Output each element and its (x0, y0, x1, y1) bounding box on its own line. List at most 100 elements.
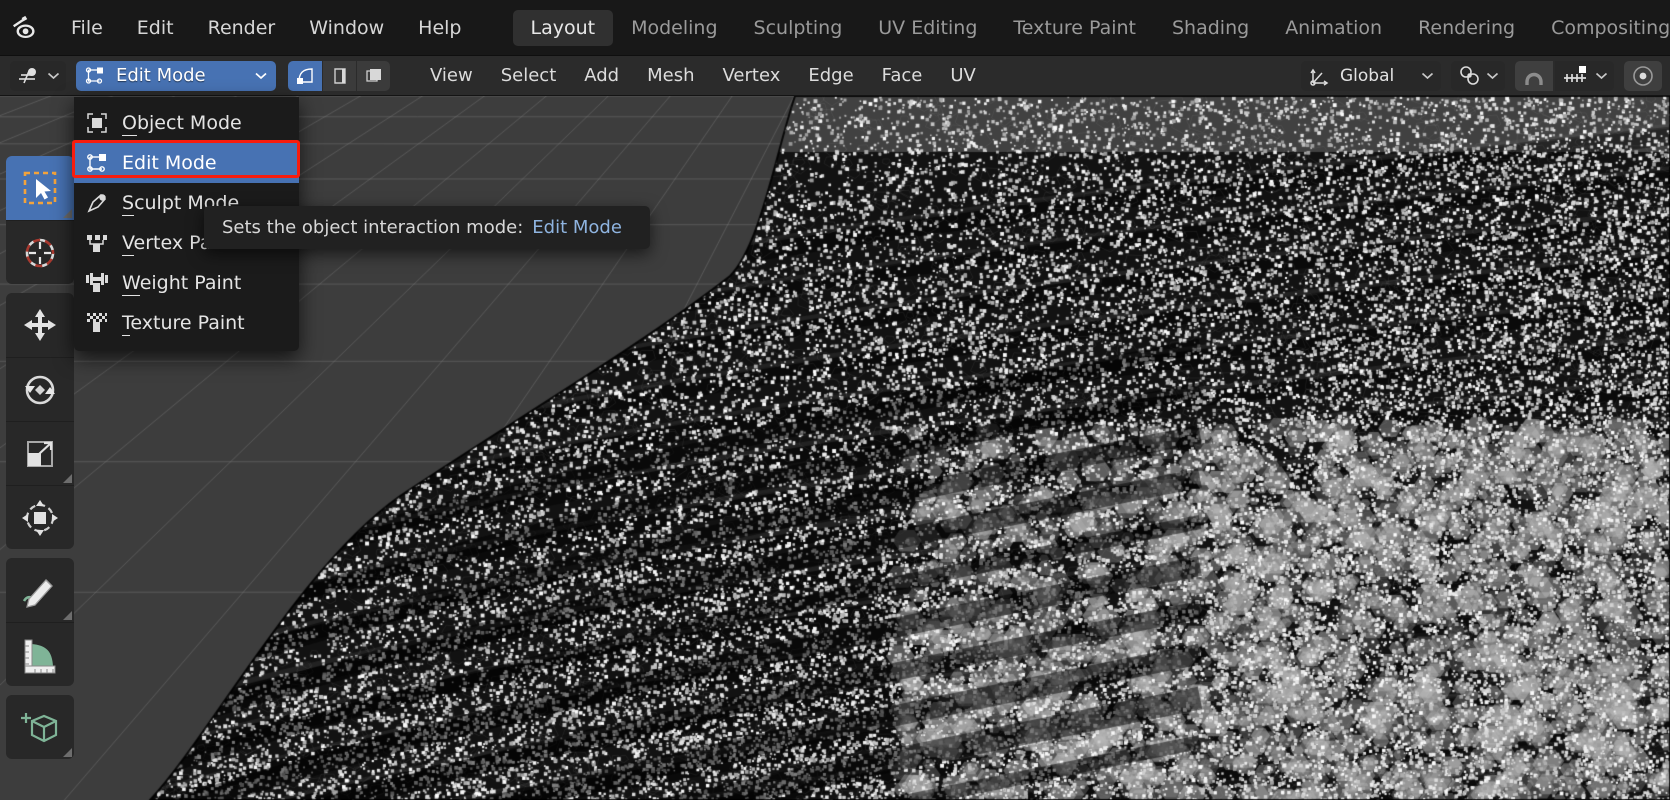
measure-ruler-icon (24, 639, 56, 673)
tab-texture-paint[interactable]: Texture Paint (995, 10, 1154, 46)
tool-move[interactable] (6, 293, 74, 357)
mode-menu-label: Weight Paint (122, 272, 242, 296)
chevron-down-icon (47, 72, 60, 80)
viewport-menus: View Select Add Mesh Vertex Edge Face UV (416, 61, 990, 91)
tool-add-cube[interactable] (6, 695, 74, 759)
vertex-select-icon (297, 67, 313, 84)
proportional-falloff-dropdown[interactable] (1555, 60, 1614, 91)
mode-selector-value: Edit Mode (116, 65, 206, 86)
proportional-circle-icon (1633, 65, 1653, 86)
chevron-down-icon (1421, 72, 1434, 80)
3d-viewport-editor-icon (19, 67, 36, 83)
mode-tooltip: Sets the object interaction mode: Edit M… (204, 206, 650, 249)
viewport-menu-uv[interactable]: UV (936, 61, 990, 91)
tool-measure[interactable] (6, 622, 74, 686)
edit-mode-icon (82, 151, 112, 175)
viewport-menu-add[interactable]: Add (570, 61, 633, 91)
app-menus: File Edit Render Window Help (54, 0, 479, 55)
tab-uv-editing[interactable]: UV Editing (860, 10, 995, 46)
snap-magnet-toggle[interactable] (1515, 60, 1553, 91)
viewport-menu-view[interactable]: View (416, 61, 487, 91)
blender-window: File Edit Render Window Help Layout Mode… (0, 0, 1670, 800)
mode-menu-label: Texture Paint (122, 312, 245, 336)
tool-transform[interactable] (6, 485, 74, 549)
scale-icon (27, 440, 53, 467)
mesh-select-mode-group (288, 60, 390, 91)
rotate-icon (25, 375, 55, 404)
select-box-cursor-icon (23, 171, 57, 205)
tool-select-box[interactable] (6, 156, 74, 220)
tool-rotate[interactable] (6, 357, 74, 421)
viewport-header: Edit Mode View Select Add Mesh Vertex Ed… (0, 56, 1670, 96)
tool-group-select (6, 156, 74, 284)
viewport-toolbar (6, 156, 74, 768)
snapping-controls (1515, 60, 1614, 91)
texture-paint-icon (82, 311, 112, 335)
chevron-down-icon (1486, 72, 1499, 80)
workspace-tabs: Layout Modeling Sculpting UV Editing Tex… (512, 0, 1670, 55)
tool-group-transform (6, 293, 74, 549)
tab-modeling[interactable]: Modeling (613, 10, 735, 46)
snap-magnet-target-icon (1460, 65, 1479, 85)
object-mode-icon (82, 111, 112, 135)
proportional-editing-toggle[interactable] (1624, 60, 1662, 91)
viewport-menu-edge[interactable]: Edge (794, 61, 867, 91)
face-select-mode-button[interactable] (356, 60, 390, 91)
tab-compositing[interactable]: Compositing (1533, 10, 1670, 46)
weight-paint-icon (82, 271, 112, 295)
tool-cursor[interactable] (6, 220, 74, 284)
edge-select-mode-button[interactable] (322, 60, 356, 91)
tab-rendering[interactable]: Rendering (1400, 10, 1533, 46)
tool-group-add (6, 695, 74, 759)
vertex-select-mode-button[interactable] (288, 60, 322, 91)
proportional-editing-icon (1564, 65, 1586, 82)
tool-submenu-indicator (63, 748, 72, 757)
menu-render[interactable]: Render (191, 0, 293, 56)
menu-help[interactable]: Help (401, 0, 478, 56)
edge-select-icon (333, 67, 346, 84)
tool-annotate[interactable] (6, 558, 74, 622)
mode-menu-item-edit-mode[interactable]: Edit Mode (74, 143, 299, 183)
top-menu-bar: File Edit Render Window Help Layout Mode… (0, 0, 1670, 56)
tab-animation[interactable]: Animation (1267, 10, 1400, 46)
tool-submenu-indicator (63, 474, 72, 483)
mode-menu-label: Edit Mode (122, 152, 217, 176)
tooltip-value: Edit Mode (532, 217, 622, 238)
menu-window[interactable]: Window (292, 0, 401, 56)
magnet-icon (1525, 72, 1543, 85)
face-select-icon (365, 68, 381, 82)
snap-target-dropdown[interactable] (1451, 60, 1505, 91)
tab-sculpting[interactable]: Sculpting (736, 10, 861, 46)
tool-scale[interactable] (6, 421, 74, 485)
tool-submenu-indicator (63, 209, 72, 218)
tooltip-text: Sets the object interaction mode: (222, 217, 524, 238)
edit-mode-icon (85, 66, 103, 84)
transform-icon (22, 499, 58, 536)
move-arrows-icon (24, 309, 56, 341)
editor-type-selector[interactable] (10, 60, 66, 91)
viewport-menu-mesh[interactable]: Mesh (633, 61, 708, 91)
viewport-menu-select[interactable]: Select (487, 61, 571, 91)
tab-layout[interactable]: Layout (512, 9, 614, 46)
mode-menu-item-object-mode[interactable]: Object Mode (74, 103, 299, 143)
mode-selector-dropdown[interactable]: Edit Mode (76, 60, 276, 91)
tool-group-annotate (6, 558, 74, 686)
transform-orientation-value: Global (1340, 65, 1395, 86)
menu-edit[interactable]: Edit (120, 0, 191, 56)
mode-menu-label: Object Mode (122, 112, 242, 136)
transform-orientation-dropdown[interactable]: Global (1301, 60, 1441, 91)
menu-file[interactable]: File (54, 0, 120, 56)
orientation-axes-icon (1310, 68, 1329, 86)
tab-shading[interactable]: Shading (1154, 10, 1267, 46)
add-cube-icon (21, 713, 58, 743)
blender-logo-icon[interactable] (10, 13, 40, 43)
viewport-menu-vertex[interactable]: Vertex (709, 61, 795, 91)
vertex-paint-icon (82, 231, 112, 255)
mode-menu-item-weight-paint[interactable]: Weight Paint (74, 263, 299, 303)
tool-submenu-indicator (63, 611, 72, 620)
3d-cursor-icon (25, 238, 55, 267)
viewport-header-right: Global (1301, 60, 1670, 91)
viewport-menu-face[interactable]: Face (868, 61, 937, 91)
chevron-down-icon (255, 72, 267, 80)
mode-menu-item-texture-paint[interactable]: Texture Paint (74, 303, 299, 343)
